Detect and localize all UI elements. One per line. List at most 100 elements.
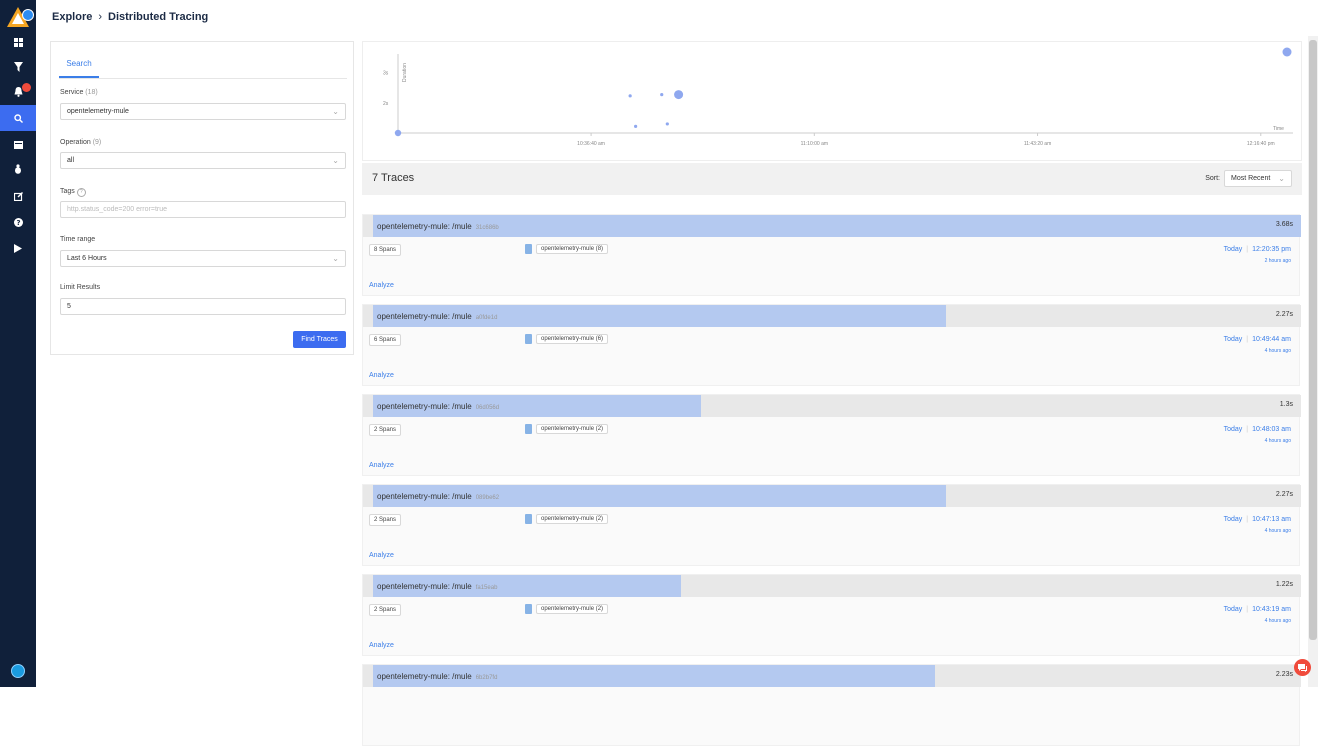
x-tick-label: 11:10:00 am [801, 141, 828, 147]
sidebar-item-edit[interactable] [0, 183, 36, 209]
trace-card[interactable]: opentelemetry-mule: /mule fa15eab 1.22s 2 S… [362, 574, 1301, 656]
help-icon[interactable]: ? [76, 188, 86, 197]
timestamp-divider: | [1246, 336, 1249, 343]
trace-time: 10:47:13 am [1252, 516, 1291, 523]
time-range-value: Last 6 Hours [67, 255, 107, 262]
operation-count: (9) [92, 139, 102, 146]
operation-select[interactable]: all ⌄ [60, 152, 346, 169]
scatter-point [674, 90, 684, 100]
play-icon [14, 243, 22, 253]
scatter-point [628, 94, 632, 98]
breadcrumb: Explore › Distributed Tracing [52, 11, 208, 23]
trace-card[interactable]: opentelemetry-mule: /mule 06d056d 1.3s 2 Sp… [362, 394, 1301, 476]
sort-select[interactable]: Most Recent ⌄ [1224, 170, 1292, 187]
operation-label: Operation (9) [60, 139, 102, 146]
trace-time: 10:43:19 am [1252, 606, 1291, 613]
trace-timestamp: Today | 10:48:03 am [1224, 426, 1291, 433]
service-tag: opentelemetry-mule (8) [525, 244, 609, 254]
sidebar-item-play[interactable] [0, 235, 36, 261]
analyze-link[interactable]: Analyze [369, 462, 394, 469]
trace-name: opentelemetry-mule: /mule [377, 492, 472, 501]
x-axis-label: Time [1273, 126, 1284, 132]
sidebar-item-dashboard[interactable] [0, 29, 36, 55]
sort-value: Most Recent [1231, 175, 1271, 182]
trace-card[interactable]: opentelemetry-mule: /mule a0fde1d 2.27s 6 S… [362, 304, 1301, 386]
y-tick-label: 2s [383, 101, 389, 107]
service-tag-label: opentelemetry-mule (2) [536, 514, 609, 524]
breadcrumb-explore[interactable]: Explore [52, 11, 92, 23]
x-tick-label: 10:36:40 am [577, 141, 605, 147]
trace-duration: 2.27s [1275, 311, 1293, 318]
scatter-point [665, 122, 669, 126]
spans-count-badge: 2 Spans [369, 604, 402, 616]
trace-time: 10:48:03 am [1252, 426, 1291, 433]
trace-id: a0fde1d [475, 315, 498, 321]
chat-support-button[interactable] [1294, 659, 1311, 676]
analyze-link[interactable]: Analyze [369, 552, 394, 559]
user-avatar[interactable] [11, 664, 25, 678]
trace-duration-bar [373, 215, 1301, 237]
limit-results-input[interactable]: 5 [60, 298, 346, 315]
timestamp-divider: | [1246, 606, 1249, 613]
service-count: (18) [85, 89, 98, 96]
trace-title[interactable]: opentelemetry-mule: /mule 6b2b7fd [377, 672, 497, 681]
scrollbar[interactable] [1308, 36, 1318, 687]
analyze-link[interactable]: Analyze [369, 282, 394, 289]
trace-card[interactable]: opentelemetry-mule: /mule 089be62 2.27s 2 S… [362, 484, 1301, 566]
trace-title[interactable]: opentelemetry-mule: /mule 31c686b [377, 222, 499, 231]
chevron-down-icon: ⌄ [332, 254, 339, 263]
find-traces-button[interactable]: Find Traces [293, 331, 346, 348]
chevron-down-icon: ⌄ [332, 107, 339, 116]
timestamp-divider: | [1246, 246, 1249, 253]
analyze-link[interactable]: Analyze [369, 642, 394, 649]
time-range-select[interactable]: Last 6 Hours ⌄ [60, 250, 346, 267]
trace-name: opentelemetry-mule: /mule [377, 402, 472, 411]
trace-timestamp: Today | 10:47:13 am [1224, 516, 1291, 523]
breadcrumb-separator: › [98, 11, 103, 23]
dashboard-icon [13, 37, 23, 47]
chevron-down-icon: ⌄ [332, 156, 339, 165]
trace-title[interactable]: opentelemetry-mule: /mule fa15eab [377, 582, 497, 591]
analyze-link[interactable]: Analyze [369, 372, 394, 379]
trace-day: Today [1223, 426, 1243, 433]
trace-duration: 3.68s [1275, 221, 1293, 228]
time-range-label: Time range [60, 236, 96, 243]
limit-results-value: 5 [67, 303, 71, 310]
tab-search[interactable]: Search [59, 59, 99, 78]
trace-duration: 2.23s [1275, 671, 1293, 678]
service-select[interactable]: opentelemetry-mule ⌄ [60, 103, 346, 120]
operation-value: all [67, 157, 75, 164]
sidebar-item-filter[interactable] [0, 54, 36, 80]
calendar-icon [13, 140, 23, 149]
trace-title[interactable]: opentelemetry-mule: /mule 06d056d [377, 402, 499, 411]
sidebar-item-alerts[interactable] [0, 79, 36, 105]
x-tick-label: 12:16:40 pm [1247, 141, 1275, 147]
org-switch-icon[interactable] [22, 9, 34, 21]
search-icon [13, 113, 23, 123]
service-tag-label: opentelemetry-mule (8) [536, 244, 609, 254]
svg-text:?: ? [16, 219, 20, 227]
sidebar-item-help[interactable]: ? [0, 209, 36, 235]
sidebar-item-bug[interactable] [0, 156, 36, 182]
trace-duration: 1.22s [1275, 581, 1293, 588]
spans-count-badge: 6 Spans [369, 334, 402, 346]
sidebar-item-calendar[interactable] [0, 131, 36, 157]
help-icon: ? [13, 217, 23, 227]
scatter-plot: Duration Time 2s 3s 10:36:40 am 11:10:00 am 11… [383, 47, 1293, 147]
scrollbar-thumb[interactable] [1309, 40, 1317, 640]
sidebar-item-search[interactable] [0, 105, 36, 131]
trace-title[interactable]: opentelemetry-mule: /mule 089be62 [377, 492, 499, 501]
tags-input[interactable]: http.status_code=200 error=true [60, 201, 346, 218]
trace-day: Today [1223, 336, 1243, 343]
service-tag: opentelemetry-mule (6) [525, 334, 609, 344]
trace-card[interactable]: opentelemetry-mule: /mule 6b2b7fd 2.23s [362, 664, 1301, 746]
trace-title[interactable]: opentelemetry-mule: /mule a0fde1d [377, 312, 497, 321]
service-color-swatch [525, 604, 532, 614]
trace-duration: 2.27s [1275, 491, 1293, 498]
trace-id: fa15eab [475, 585, 498, 591]
trace-card[interactable]: opentelemetry-mule: /mule 31c686b 3.68s 8 S… [362, 214, 1301, 296]
trace-relative-time: 4 hours ago [1264, 528, 1291, 534]
service-color-swatch [525, 334, 532, 344]
trace-day: Today [1223, 606, 1243, 613]
service-tag: opentelemetry-mule (2) [525, 604, 609, 614]
